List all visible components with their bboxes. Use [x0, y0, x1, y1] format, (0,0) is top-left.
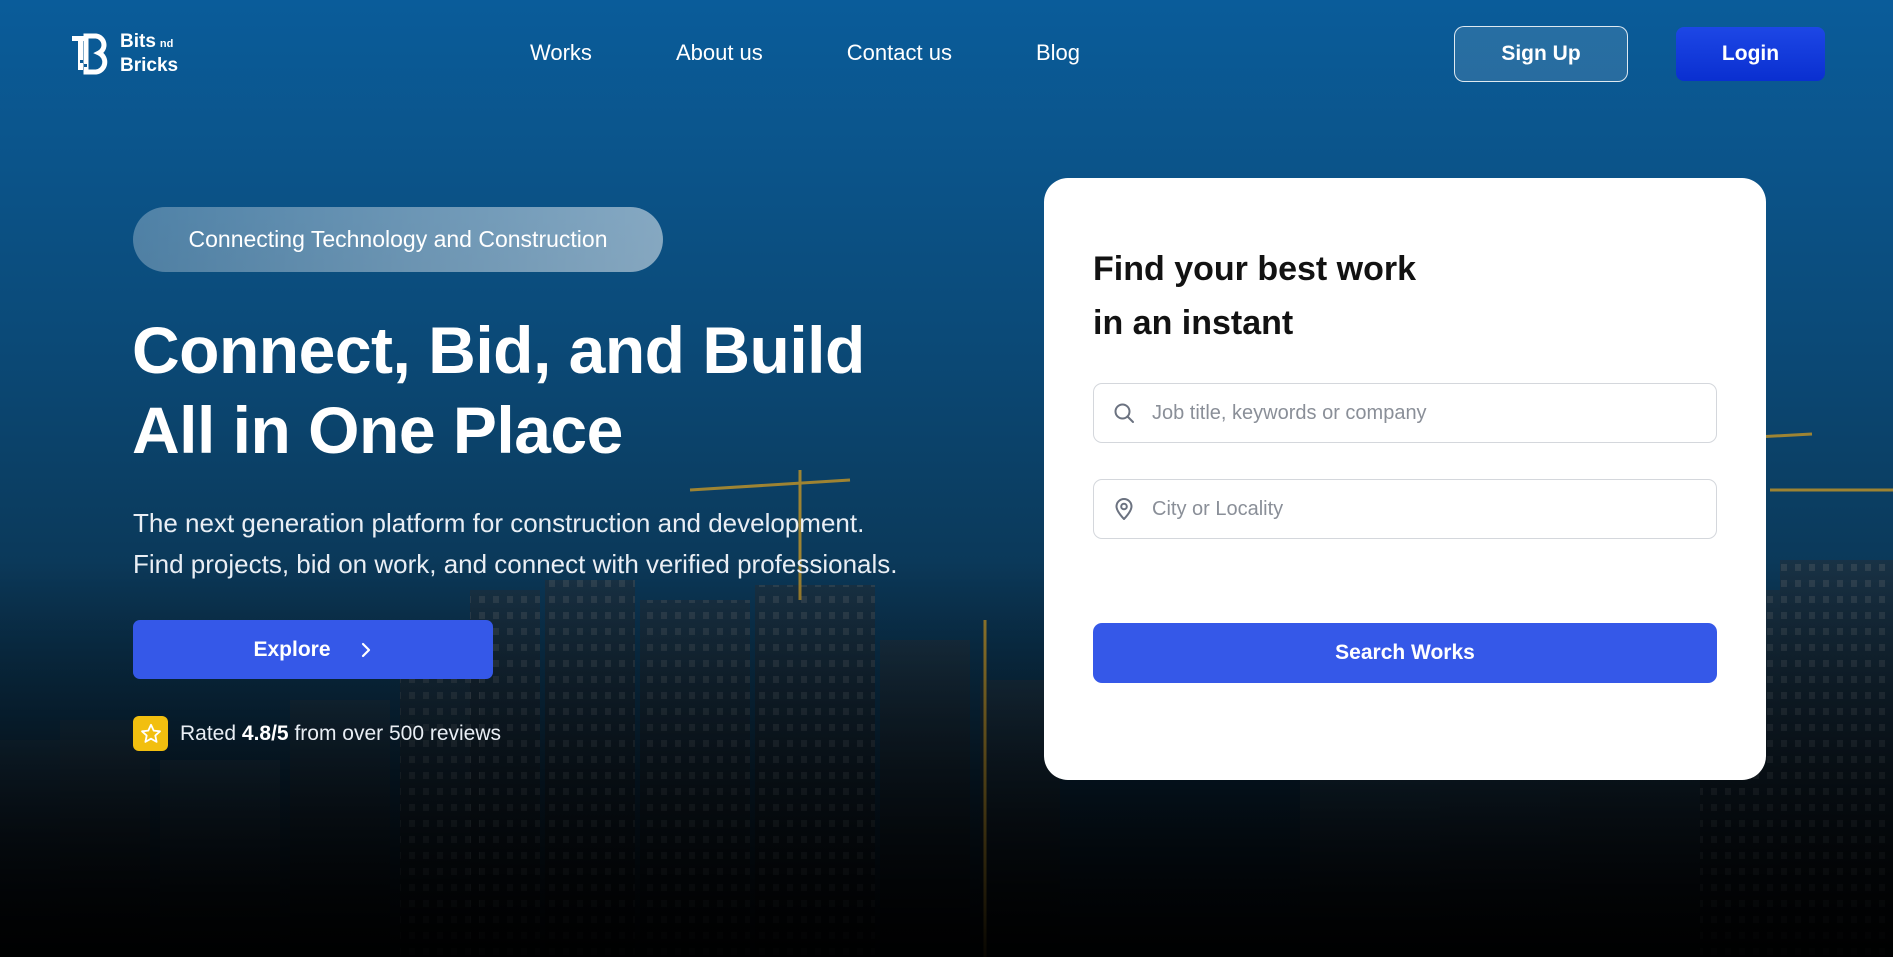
- keyword-input[interactable]: [1152, 401, 1692, 425]
- brand-name-line1: Bits: [120, 30, 156, 52]
- hero-subtext-line1: The next generation platform for constru…: [133, 508, 865, 538]
- search-card-title-line2: in an instant: [1093, 304, 1294, 342]
- star-icon: [140, 723, 161, 743]
- search-card: Find your best work in an instant Search…: [1044, 178, 1766, 780]
- search-works-button[interactable]: Search Works: [1093, 623, 1717, 683]
- location-pin-icon: [1110, 495, 1138, 523]
- tagline-pill: Connecting Technology and Construction: [133, 207, 663, 272]
- bits-and-bricks-logo-icon: [72, 33, 108, 75]
- star-badge: [133, 716, 168, 751]
- brand-name: Bits nd Bricks: [120, 31, 178, 76]
- sign-up-button[interactable]: Sign Up: [1454, 26, 1628, 82]
- rating-suffix: from over 500 reviews: [294, 721, 502, 745]
- nav-link-contact-us[interactable]: Contact us: [847, 40, 952, 66]
- chevron-right-icon: [361, 642, 370, 657]
- search-icon: [1110, 399, 1138, 427]
- nav-link-about-us[interactable]: About us: [676, 40, 763, 66]
- login-button[interactable]: Login: [1676, 27, 1825, 81]
- search-card-title-line1: Find your best work: [1093, 250, 1417, 288]
- explore-button[interactable]: Explore: [133, 620, 493, 679]
- explore-button-label: Explore: [253, 637, 331, 661]
- rating-prefix: Rated: [180, 721, 237, 745]
- hero-subtext-line2: Find projects, bid on work, and connect …: [133, 549, 898, 579]
- brand-name-sup: nd: [159, 37, 174, 50]
- hero-headline-line2: All in One Place: [132, 393, 623, 467]
- hero-headline-line1: Connect, Bid, and Build: [132, 313, 865, 387]
- location-field[interactable]: [1093, 479, 1717, 539]
- search-card-title: Find your best work in an instant: [1093, 242, 1513, 350]
- top-navigation: Bits nd Bricks Works About us Contact us …: [0, 0, 1893, 108]
- location-input[interactable]: [1152, 497, 1692, 521]
- rating-summary: Rated 4.8/5 from over 500 reviews: [133, 716, 501, 751]
- hero-headline: Connect, Bid, and Build All in One Place: [132, 310, 952, 470]
- keyword-field[interactable]: [1093, 383, 1717, 443]
- rating-value: 4.8/5: [241, 721, 289, 745]
- brand-logo[interactable]: Bits nd Bricks: [70, 30, 178, 76]
- rating-text: Rated 4.8/5 from over 500 reviews: [180, 722, 501, 746]
- nav-links: Works About us Contact us Blog: [530, 40, 1080, 66]
- hero-subtext: The next generation platform for constru…: [133, 503, 1013, 585]
- nav-link-works[interactable]: Works: [530, 40, 592, 66]
- brand-name-line2: Bricks: [120, 54, 179, 76]
- nav-link-blog[interactable]: Blog: [1036, 40, 1080, 66]
